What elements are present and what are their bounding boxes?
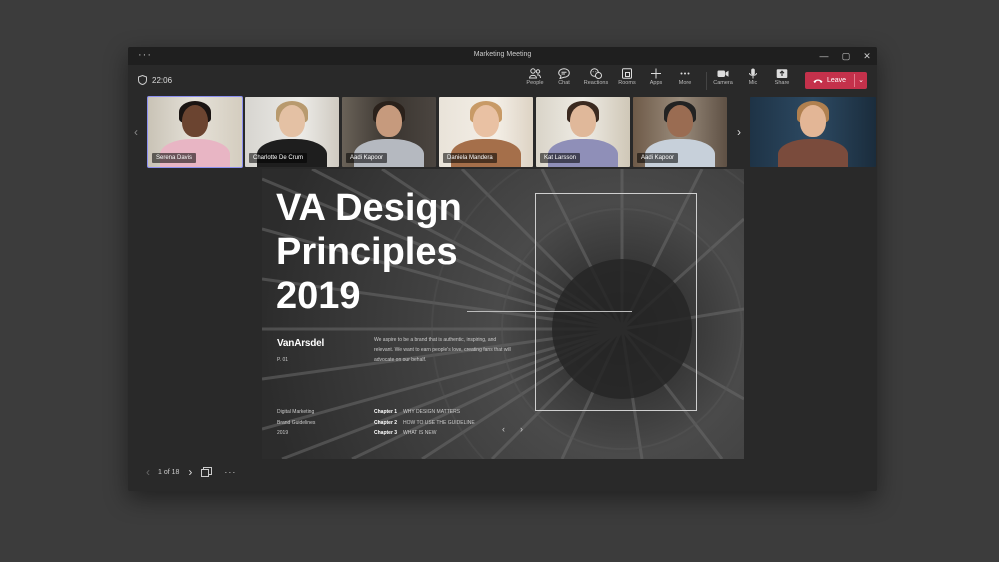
leave-main[interactable]: Leave xyxy=(805,72,854,89)
chevron-right-icon[interactable]: › xyxy=(737,125,741,139)
presentation-pager: ‹ 1 of 18 › ··· xyxy=(146,465,236,479)
participant-name: Daniela Mandera xyxy=(443,153,497,163)
video-figure xyxy=(570,105,596,137)
chat-label: Chat xyxy=(558,80,570,86)
next-slide-icon[interactable]: › xyxy=(188,465,192,479)
previous-slide-icon[interactable]: ‹ xyxy=(146,465,150,479)
slide-title: VA Design Principles 2019 xyxy=(276,186,462,318)
chapter-text: WHAT IS NEW xyxy=(403,430,437,436)
minimize-icon[interactable]: — xyxy=(814,47,834,65)
slide-frame xyxy=(535,193,697,411)
meta-line: 2019 xyxy=(277,430,289,436)
slide-description: We aspire to be a brand that is authenti… xyxy=(374,337,511,363)
video-figure xyxy=(800,105,826,137)
plus-icon xyxy=(651,68,661,79)
meta-line: Brand Guidelines xyxy=(277,419,316,426)
leave-label: Leave xyxy=(826,77,847,84)
shared-slide: VA Design Principles 2019 VanArsdel P. 0… xyxy=(262,169,744,459)
apps-button[interactable]: Apps xyxy=(643,68,669,86)
video-figure xyxy=(778,139,848,167)
meeting-toolbar: 22:06 People Chat Reactions Rooms Apps M… xyxy=(128,65,877,95)
chat-icon xyxy=(558,68,570,79)
video-figure xyxy=(667,105,693,137)
chapter-list: Chapter 1 WHY DESIGN MATTERS Chapter 2 HOW… xyxy=(374,407,475,439)
slide-title-line: VA Design xyxy=(276,187,462,229)
chapter-label: Chapter 2 xyxy=(374,419,398,426)
more-label: More xyxy=(678,80,692,86)
reactions-icon xyxy=(590,68,602,79)
video-figure xyxy=(473,105,499,137)
participant-name: Kat Larsson xyxy=(540,153,581,163)
slide-nav-arrows: ‹ › xyxy=(502,424,523,434)
rooms-icon xyxy=(622,68,632,79)
reactions-button[interactable]: Reactions xyxy=(583,68,609,86)
camera-label: Camera xyxy=(713,80,733,86)
video-figure xyxy=(279,105,305,137)
chapter-text: HOW TO USE THE GUIDELINE xyxy=(403,419,475,426)
meeting-window: ··· Marketing Meeting — ▢ ✕ 22:06 People… xyxy=(128,47,877,491)
participant-name: Charlotte De Crum xyxy=(249,153,308,163)
people-button[interactable]: People xyxy=(522,68,548,86)
camera-button[interactable]: Camera xyxy=(710,68,736,86)
people-icon xyxy=(529,68,541,79)
participant-tile[interactable]: Aadi Kapoor xyxy=(342,97,436,167)
leave-button[interactable]: Leave ⌄ xyxy=(805,72,867,89)
window-title: Marketing Meeting xyxy=(473,51,532,58)
reactions-label: Reactions xyxy=(583,80,609,86)
more-options-icon[interactable]: ··· xyxy=(224,467,236,477)
mic-label: Mic xyxy=(748,80,758,86)
vanarsdel-logo: VanArsdel xyxy=(277,338,325,349)
chapter-label: Chapter 3 xyxy=(374,430,398,436)
chevron-down-icon[interactable]: ⌄ xyxy=(855,72,867,89)
rooms-label: Rooms xyxy=(618,80,636,86)
mic-icon xyxy=(749,68,757,79)
page-counter: 1 of 18 xyxy=(158,468,180,476)
chapter-label: Chapter 1 xyxy=(374,409,398,415)
participant-tile[interactable]: Charlotte De Crum xyxy=(245,97,339,167)
camera-icon xyxy=(717,70,729,77)
participant-name: Serena Davis xyxy=(152,153,197,163)
mic-button[interactable]: Mic xyxy=(740,68,766,86)
share-label: Share xyxy=(774,80,790,86)
slide-title-line: 2019 xyxy=(276,275,361,317)
people-label: People xyxy=(526,80,544,86)
participant-name: Aadi Kapoor xyxy=(346,153,388,163)
participant-tile[interactable]: Kat Larsson xyxy=(536,97,630,167)
participant-tile[interactable]: Aadi Kapoor xyxy=(633,97,727,167)
close-icon[interactable]: ✕ xyxy=(857,47,877,65)
toolbar-divider xyxy=(706,72,707,90)
participant-tile[interactable] xyxy=(750,97,876,167)
slide-meta: Digital Marketing Brand Guidelines 2019 xyxy=(277,407,315,439)
maximize-icon[interactable]: ▢ xyxy=(836,47,856,65)
hang-up-icon xyxy=(813,78,823,83)
video-figure xyxy=(376,105,402,137)
chapter-item: Chapter 1 WHY DESIGN MATTERS xyxy=(374,407,475,418)
shield-icon xyxy=(138,75,147,85)
video-figure xyxy=(182,105,208,137)
apps-label: Apps xyxy=(649,80,663,86)
chevron-left-icon[interactable]: ‹ xyxy=(134,125,138,139)
participant-tile[interactable]: Serena Davis xyxy=(147,96,243,168)
slide-page-number: P. 01 xyxy=(277,357,289,363)
meeting-timer: 22:06 xyxy=(138,75,172,85)
chapter-item: Chapter 2 HOW TO USE THE GUIDELINE xyxy=(374,418,475,429)
participant-name: Aadi Kapoor xyxy=(637,153,679,163)
rooms-button[interactable]: Rooms xyxy=(614,68,640,86)
slide-next-icon[interactable]: › xyxy=(520,424,523,434)
more-button[interactable]: More xyxy=(672,68,698,86)
chat-button[interactable]: Chat xyxy=(551,68,577,86)
slide-title-line: Principles xyxy=(276,231,458,273)
timer-text: 22:06 xyxy=(152,75,173,85)
chapter-text: WHY DESIGN MATTERS xyxy=(403,409,461,415)
share-icon xyxy=(776,69,788,78)
title-bar: ··· Marketing Meeting — ▢ ✕ xyxy=(128,47,877,65)
participant-tile[interactable]: Daniela Mandera xyxy=(439,97,533,167)
chapter-item: Chapter 3 WHAT IS NEW xyxy=(374,428,475,439)
more-icon xyxy=(680,72,690,75)
share-button[interactable]: Share xyxy=(769,68,795,86)
meta-line: Digital Marketing xyxy=(277,409,315,415)
slide-prev-icon[interactable]: ‹ xyxy=(502,424,505,434)
slide-thumbnails-icon[interactable] xyxy=(201,467,213,477)
